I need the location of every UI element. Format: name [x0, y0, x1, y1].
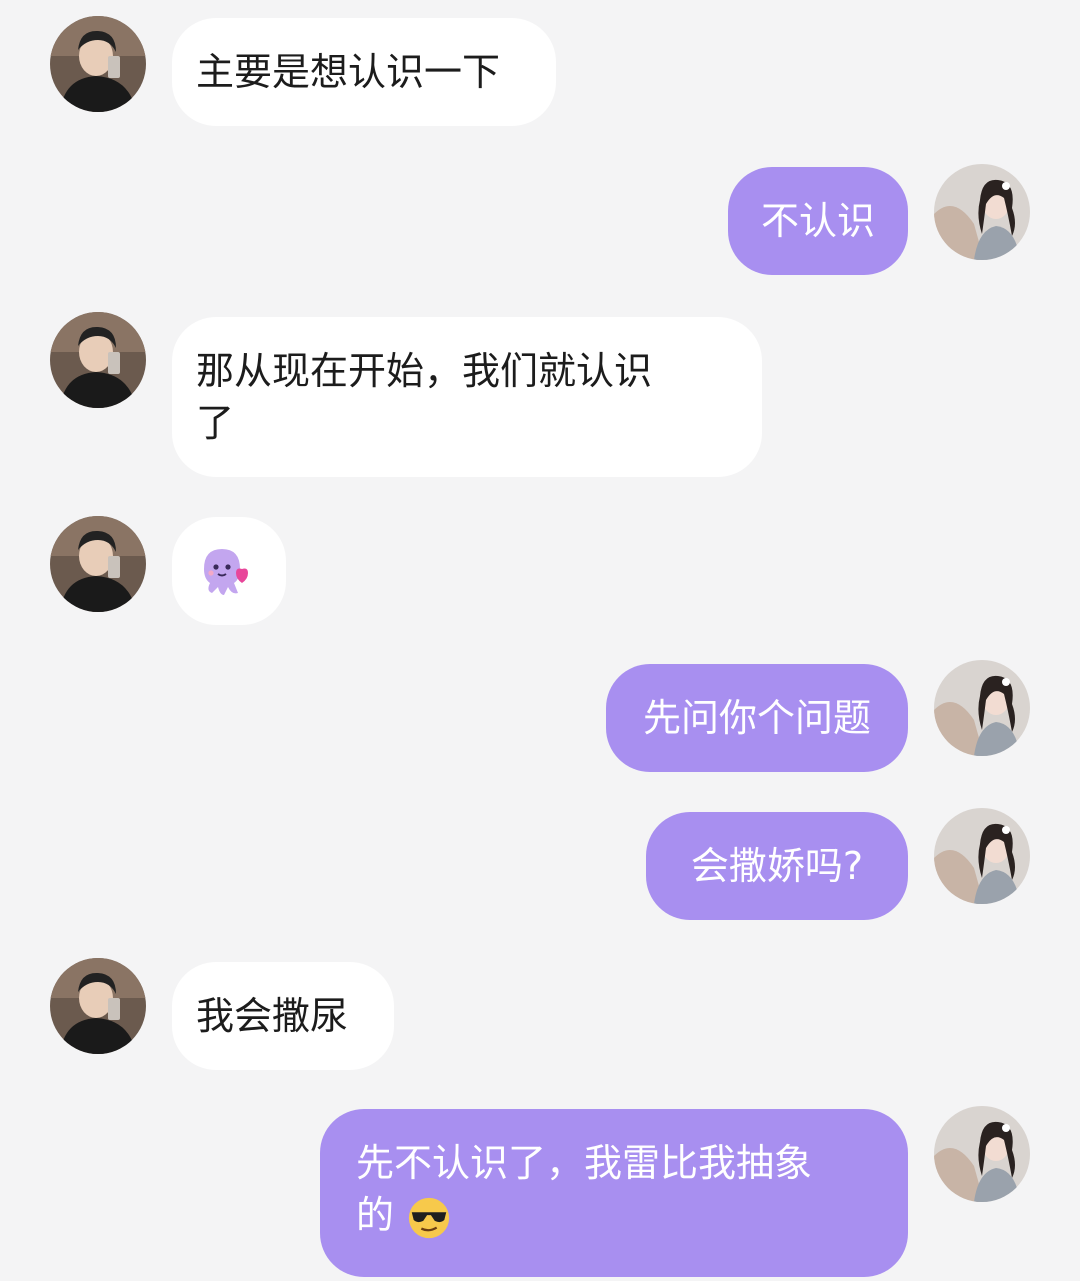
message-bubble[interactable]: 会撒娇吗?: [646, 812, 908, 920]
male-avatar-photo: [50, 516, 146, 612]
message-bubble[interactable]: 主要是想认识一下: [172, 18, 556, 126]
female-avatar-photo: [934, 1106, 1030, 1202]
message-text: 不认识: [760, 199, 875, 243]
my-avatar[interactable]: [934, 808, 1030, 904]
message-bubble[interactable]: 先问你个问题: [606, 664, 908, 772]
contact-avatar[interactable]: [50, 16, 146, 112]
message-text: 我会撒尿: [196, 994, 349, 1038]
my-avatar[interactable]: [934, 164, 1030, 260]
contact-avatar[interactable]: [50, 312, 146, 408]
message-text: 先问你个问题: [642, 696, 871, 740]
message-text: 会撒娇吗?: [690, 844, 864, 888]
male-avatar-photo: [50, 312, 146, 408]
female-avatar-photo: [934, 660, 1030, 756]
message-text: 那从现在开始，我们就认识了: [196, 349, 653, 445]
message-bubble[interactable]: 不认识: [728, 167, 908, 275]
female-avatar-photo: [934, 808, 1030, 904]
contact-avatar[interactable]: [50, 516, 146, 612]
male-avatar-photo: [50, 958, 146, 1054]
message-bubble[interactable]: 那从现在开始，我们就认识了: [172, 317, 762, 477]
contact-avatar[interactable]: [50, 958, 146, 1054]
my-avatar[interactable]: [934, 660, 1030, 756]
sunglasses-face-emoji-icon: [408, 1197, 450, 1238]
message-bubble[interactable]: 我会撒尿: [172, 962, 394, 1070]
message-text: 主要是想认识一下: [196, 50, 501, 94]
my-avatar[interactable]: [934, 1106, 1030, 1202]
message-bubble[interactable]: 先不认识了，我雷比我抽象的: [320, 1109, 908, 1277]
female-avatar-photo: [934, 164, 1030, 260]
male-avatar-photo: [50, 16, 146, 112]
message-bubble[interactable]: [172, 517, 286, 625]
octopus-emoji-icon: [204, 549, 248, 595]
